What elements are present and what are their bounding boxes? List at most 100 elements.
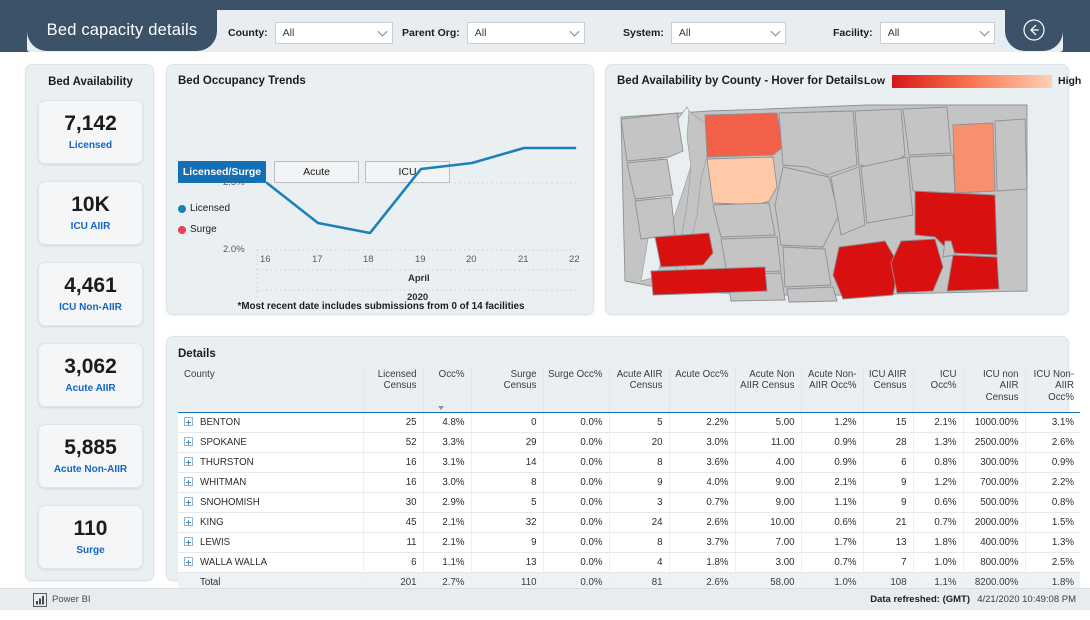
cell-acute-non-aiir-census: 10.00 [734, 512, 801, 534]
col-header-icu-aiir-census[interactable]: ICU AIIR Census [862, 365, 913, 414]
expand-row-icon[interactable] [184, 417, 193, 427]
cell-acute-occ: 3.0% [668, 432, 735, 454]
xtick-18: 18 [363, 254, 374, 265]
slicer-county-dropdown[interactable]: All [274, 22, 393, 44]
expand-row-icon[interactable] [184, 537, 193, 547]
kpi-card-icu-non-aiir[interactable]: 4,461 ICU Non-AIIR [38, 262, 143, 326]
bed-availability-map-panel: Bed Availability by County - Hover for D… [605, 64, 1081, 315]
slicer-parent-org-dropdown[interactable]: All [466, 22, 585, 44]
cell-acute-occ: 3.7% [668, 532, 735, 554]
cell-acute-non-aiir-census: 9.00 [734, 492, 801, 514]
col-header-icu-non-aiir-occ-pct[interactable]: ICU Non-AIIR Occ% [1024, 365, 1080, 414]
kpi-value-licensed: 7,142 [64, 111, 117, 135]
slicer-parent-org-label: Parent Org: [402, 27, 460, 39]
slicer-system-label: System: [623, 27, 664, 39]
table-row[interactable]: LEWIS 11 2.1% 9 0.0% 8 3.7% 7.00 1.7% 13 1.8% 400.0… [178, 532, 1080, 554]
table-row[interactable]: THURSTON 16 3.1% 14 0.0% 8 3.6% 4.00 0.9% 6 0.8% 30… [178, 452, 1080, 474]
cell-county: KING [178, 512, 363, 534]
slicer-facility[interactable]: Facility: All [833, 22, 995, 44]
legend-label-surge: Surge [190, 224, 217, 235]
col-header-icu-non-aiir-census[interactable]: ICU non AIIR Census [962, 365, 1025, 414]
sort-descending-icon [438, 406, 444, 411]
cell-surge-occ: 0.0% [542, 552, 609, 574]
slicer-facility-value: All [887, 27, 900, 39]
cell-acute-non-aiir-occ: 1.7% [800, 532, 863, 554]
cell-icu-non-aiir-census: 400.00% [962, 532, 1025, 554]
legend-surge[interactable]: Surge [178, 224, 217, 235]
cell-occ: 2.9% [422, 492, 471, 514]
cell-acute-occ: 4.0% [668, 472, 735, 494]
col-header-county[interactable]: County [178, 365, 363, 414]
cell-acute-aiir-census: 20 [608, 432, 669, 454]
kpi-card-surge[interactable]: 110 Surge [38, 505, 143, 569]
cell-county: THURSTON [178, 452, 363, 474]
cell-surge-census: 5 [470, 492, 543, 514]
table-row[interactable]: WALLA WALLA 6 1.1% 13 0.0% 4 1.8% 3.00 0.7% 7 1.0%… [178, 552, 1080, 574]
slicer-facility-dropdown[interactable]: All [879, 22, 995, 44]
cell-icu-occ: 0.8% [912, 452, 963, 474]
expand-row-icon[interactable] [184, 457, 193, 467]
cell-licensed-census: 6 [362, 552, 423, 574]
table-row[interactable]: SPOKANE 52 3.3% 29 0.0% 20 3.0% 11.00 0.9% 28 1.3%… [178, 432, 1080, 454]
back-button[interactable] [1005, 9, 1063, 51]
col-header-surge-census[interactable]: Surge Census [470, 365, 543, 414]
expand-row-icon[interactable] [184, 437, 193, 447]
cell-surge-occ: 0.0% [542, 472, 609, 494]
occupancy-line-chart[interactable] [167, 65, 595, 316]
cell-icu-aiir-census: 15 [862, 412, 913, 434]
cell-acute-aiir-census: 8 [608, 532, 669, 554]
chevron-down-icon [569, 26, 580, 37]
cell-icu-non-aiir-occ: 3.1% [1024, 412, 1080, 434]
map-color-legend [892, 75, 1052, 88]
kpi-card-licensed[interactable]: 7,142 Licensed [38, 100, 143, 164]
expand-row-icon[interactable] [184, 557, 193, 567]
cell-county: BENTON [178, 412, 363, 434]
cell-surge-occ: 0.0% [542, 512, 609, 534]
cell-surge-occ: 0.0% [542, 532, 609, 554]
expand-row-icon[interactable] [184, 497, 193, 507]
bed-availability-panel: Bed Availability 7,142 Licensed 10K ICU … [25, 64, 154, 581]
legend-licensed[interactable]: Licensed [178, 203, 230, 214]
table-row[interactable]: WHITMAN 16 3.0% 8 0.0% 9 4.0% 9.00 2.1% 9 1.2% 700.… [178, 472, 1080, 494]
cell-county-label: WALLA WALLA [200, 557, 268, 569]
col-header-licensed-census[interactable]: Licensed Census [362, 365, 423, 414]
county-lincoln [860, 156, 914, 224]
cell-acute-non-aiir-occ: 2.1% [800, 472, 863, 494]
slicer-system[interactable]: System: All [623, 22, 786, 44]
washington-county-map[interactable] [617, 95, 1059, 305]
col-header-acute-aiir-census[interactable]: Acute AIIR Census [608, 365, 669, 414]
county-walla-walla [890, 238, 944, 294]
table-row[interactable]: SNOHOMISH 30 2.9% 5 0.0% 3 0.7% 9.00 1.1% 9 0.6% 50… [178, 492, 1080, 514]
col-header-surge-occ-pct[interactable]: Surge Occ% [542, 365, 609, 414]
table-row[interactable]: KING 45 2.1% 32 0.0% 24 2.6% 10.00 0.6% 21 0.7% 200… [178, 512, 1080, 534]
chart-footnote: *Most recent date includes submissions f… [237, 301, 525, 312]
col-header-occ-pct[interactable]: Occ% [422, 365, 471, 414]
slicer-county[interactable]: County: All [228, 22, 393, 44]
county-choropleth-svg[interactable] [617, 95, 1059, 305]
kpi-card-icu-aiir[interactable]: 10K ICU AIIR [38, 181, 143, 245]
cell-acute-non-aiir-occ: 1.1% [800, 492, 863, 514]
kpi-card-acute-aiir[interactable]: 3,062 Acute AIIR [38, 343, 143, 407]
col-header-acute-non-aiir-census[interactable]: Acute Non AIIR Census [734, 365, 801, 414]
expand-row-icon[interactable] [184, 477, 193, 487]
cell-county-label: SPOKANE [200, 437, 247, 449]
cell-county-label: LEWIS [200, 537, 231, 549]
cell-acute-non-aiir-census: 9.00 [734, 472, 801, 494]
col-header-acute-non-aiir-occ-pct[interactable]: Acute Non-AIIR Occ% [800, 365, 863, 414]
slicer-system-dropdown[interactable]: All [670, 22, 786, 44]
kpi-card-acute-non-aiir[interactable]: 5,885 Acute Non-AIIR [38, 424, 143, 488]
col-header-acute-occ-pct[interactable]: Acute Occ% [668, 365, 735, 414]
col-header-icu-occ-pct[interactable]: ICU Occ% [912, 365, 963, 414]
slicer-parent-org[interactable]: Parent Org: All [402, 22, 585, 44]
cell-icu-non-aiir-census: 800.00% [962, 552, 1025, 574]
cell-acute-aiir-census: 5 [608, 412, 669, 434]
cell-icu-non-aiir-census: 1000.00% [962, 412, 1025, 434]
expand-row-icon[interactable] [184, 517, 193, 527]
table-row[interactable]: BENTON 25 4.8% 0 0.0% 5 2.2% 5.00 1.2% 15 2.1% 1000… [178, 412, 1080, 434]
data-refreshed-label: Data refreshed: (GMT) [870, 594, 970, 605]
power-bi-brand-label[interactable]: Power BI [52, 594, 91, 605]
circle-left-arrow-icon [1023, 19, 1045, 41]
cell-occ: 3.3% [422, 432, 471, 454]
xtick-21: 21 [518, 254, 529, 265]
cell-icu-non-aiir-occ: 2.6% [1024, 432, 1080, 454]
